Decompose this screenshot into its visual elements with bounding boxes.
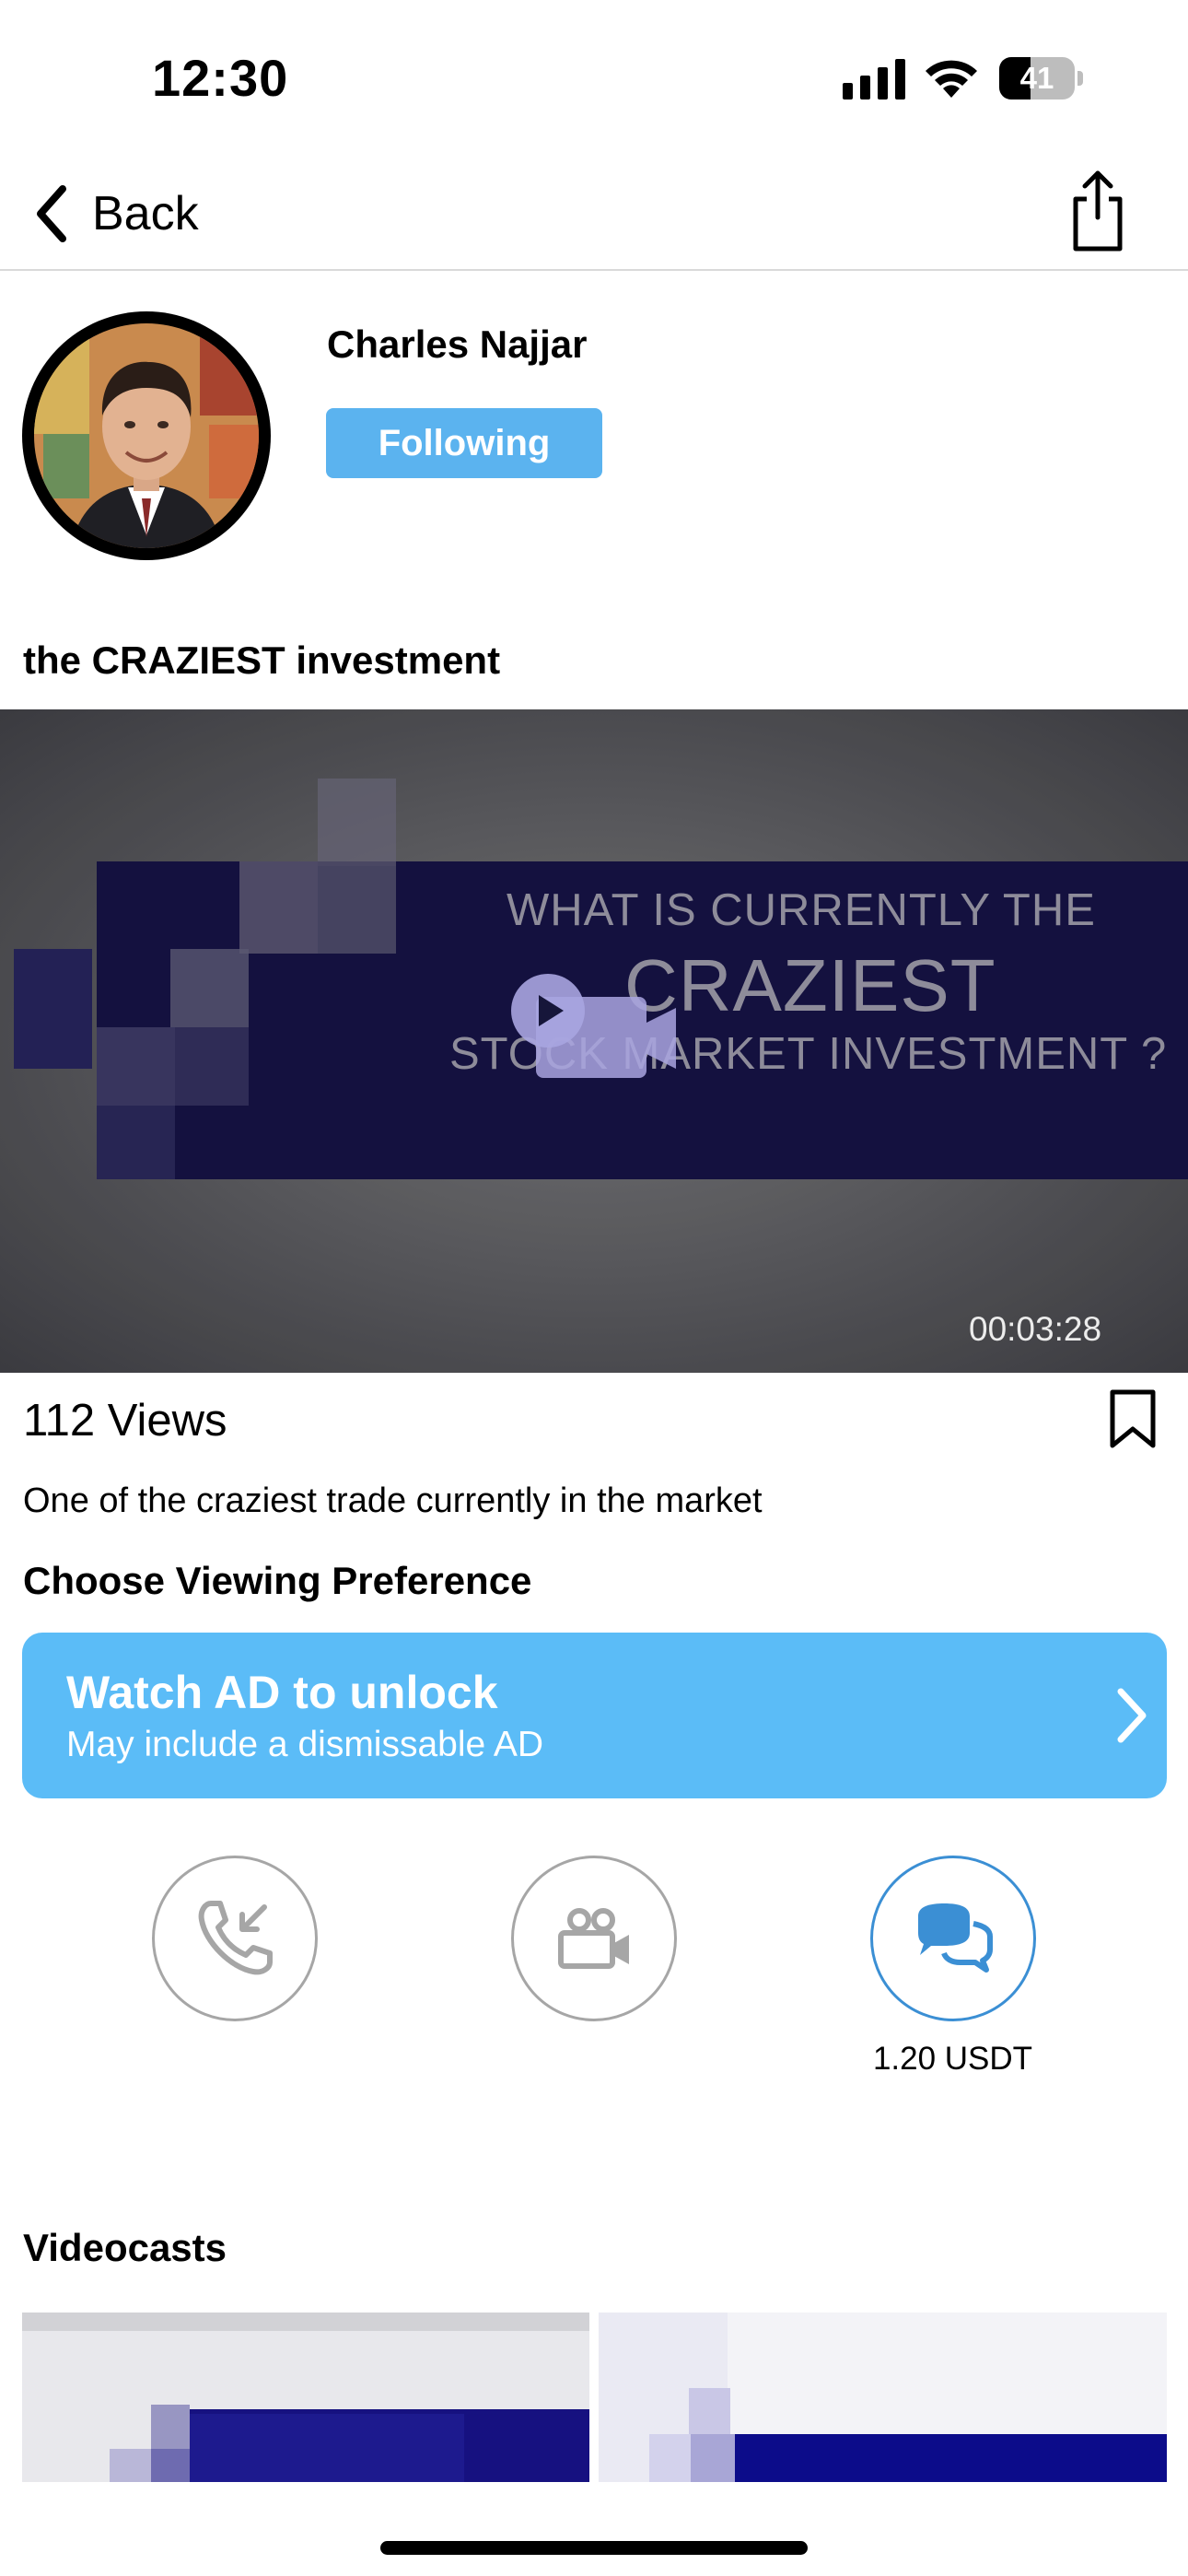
video-overlay-text: CRAZIEST [624, 944, 996, 1026]
video-duration: 00:03:28 [969, 1310, 1102, 1348]
watch-ad-subtitle: May include a dismissable AD [66, 1725, 544, 1764]
videocasts-heading: Videocasts [23, 2226, 227, 2269]
home-indicator [380, 2541, 808, 2555]
status-bar: 12:30 41 [0, 0, 1188, 157]
creator-photo [34, 323, 259, 548]
call-option-button[interactable] [152, 1856, 318, 2021]
videocast-thumbnail[interactable] [599, 2313, 1167, 2482]
chevron-right-icon [1117, 1688, 1147, 1743]
chat-price: 1.20 USDT [872, 2041, 1033, 2077]
battery-icon: 41 [999, 57, 1083, 100]
battery-level: 41 [1019, 61, 1054, 95]
video-player[interactable]: WHAT IS CURRENTLY THE CRAZIEST STOCK MAR… [0, 709, 1188, 1373]
bookmark-icon[interactable] [1107, 1388, 1159, 1449]
phone-call-icon [198, 1901, 273, 1975]
creator-name[interactable]: Charles Najjar [327, 322, 587, 367]
video-overlay-text: WHAT IS CURRENTLY THE [507, 885, 1096, 935]
video-description: One of the craziest trade currently in t… [23, 1481, 763, 1520]
videocast-thumbnail[interactable] [22, 2313, 589, 2482]
avatar[interactable] [22, 311, 271, 560]
video-option-button[interactable] [511, 1856, 677, 2021]
share-icon[interactable] [1068, 168, 1127, 256]
watch-ad-button[interactable]: Watch AD to unlock May include a dismiss… [22, 1633, 1167, 1798]
viewing-preference-heading: Choose Viewing Preference [23, 1559, 532, 1602]
watch-ad-title: Watch AD to unlock [66, 1667, 498, 1718]
back-label: Back [92, 187, 199, 240]
video-camera-icon [558, 1908, 629, 1969]
chat-option-button[interactable] [870, 1856, 1036, 2021]
signal-icon [843, 59, 905, 100]
chat-bubbles-icon [918, 1903, 993, 1973]
play-video-icon[interactable] [508, 971, 676, 1082]
wifi-icon [926, 60, 977, 98]
following-button[interactable]: Following [326, 408, 602, 478]
view-count: 112 Views [23, 1396, 227, 1446]
back-button[interactable]: Back [31, 175, 199, 252]
status-time: 12:30 [152, 49, 289, 107]
navigation-bar: Back [0, 157, 1188, 271]
video-title: the CRAZIEST investment [23, 638, 501, 682]
chevron-left-icon [37, 185, 66, 242]
